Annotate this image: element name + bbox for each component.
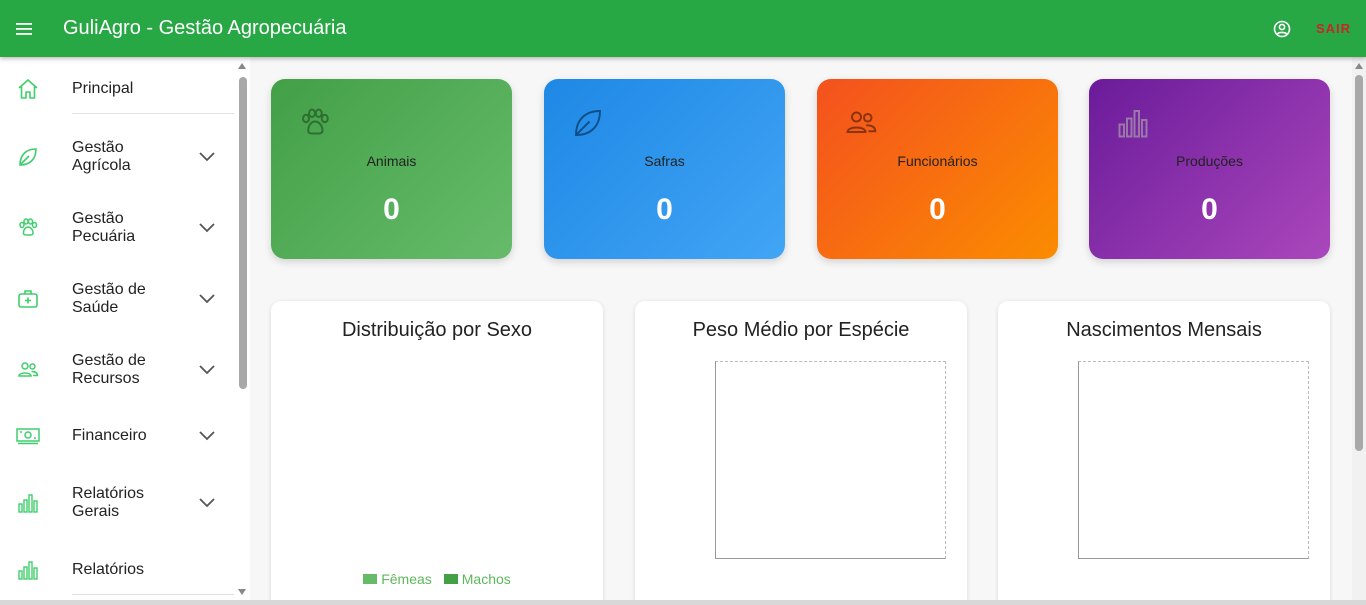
chart-legend: Fêmeas Machos (271, 571, 603, 587)
bar-chart-icon (14, 556, 42, 584)
scroll-up-arrow-icon[interactable] (238, 63, 246, 69)
chevron-down-icon[interactable] (196, 425, 218, 447)
people-icon (14, 356, 42, 384)
stat-card-producoes: Produções 0 (1089, 79, 1330, 259)
app-title: GuliAgro - Gestão Agropecuária (63, 17, 347, 39)
hamburger-icon (16, 22, 32, 35)
stat-label: Safras (644, 153, 685, 169)
stat-value: 0 (383, 193, 400, 226)
horizontal-scrollbar[interactable] (0, 600, 1366, 605)
sidebar-item-label: Principal (72, 80, 134, 97)
sidebar-item-gestao-recursos[interactable]: Gestão de Recursos (0, 348, 236, 392)
sidebar-item-financeiro[interactable]: Financeiro (0, 414, 236, 458)
chevron-down-icon[interactable] (196, 288, 218, 310)
sidebar-item-relatorios[interactable]: Relatórios (0, 548, 236, 592)
divider (72, 594, 234, 595)
legend-swatch (363, 574, 378, 584)
main-scrollbar[interactable] (1352, 57, 1366, 605)
chevron-down-icon[interactable] (196, 492, 218, 514)
account-button[interactable] (1270, 17, 1294, 41)
sidebar-item-label: Gestão de Recursos (72, 352, 146, 387)
chart-plot-area (1078, 361, 1309, 559)
sidebar-item-label: Gestão Agrícola (72, 139, 131, 174)
scrollbar-thumb[interactable] (1355, 75, 1363, 451)
chart-title: Nascimentos Mensais (1066, 319, 1262, 341)
sidebar-item-gestao-agricola[interactable]: Gestão Agrícola (0, 135, 236, 179)
stat-label: Animais (366, 153, 417, 169)
legend-label: Machos (461, 571, 511, 587)
people-icon (846, 111, 877, 133)
chevron-down-icon[interactable] (196, 146, 218, 168)
menu-button[interactable] (0, 0, 48, 57)
scroll-up-arrow-icon[interactable] (1355, 63, 1363, 69)
chevron-down-icon[interactable] (196, 217, 218, 239)
sidebar-item-label: Gestão de Saúde (72, 281, 146, 316)
sidebar-item-principal[interactable]: Principal (0, 67, 236, 111)
stat-card-animais: Animais 0 (271, 79, 512, 259)
logout-button[interactable]: SAIR (1316, 21, 1351, 36)
money-icon (14, 422, 42, 450)
sidebar-item-relatorios-gerais[interactable]: Relatórios Gerais (0, 481, 236, 525)
chevron-down-icon[interactable] (196, 359, 218, 381)
chart-title: Distribuição por Sexo (341, 319, 533, 341)
medical-kit-icon (14, 285, 42, 313)
bar-chart-icon (14, 489, 42, 517)
home-icon (14, 75, 42, 103)
chart-card-nascimentos: Nascimentos Mensais (998, 301, 1330, 605)
chart-card-peso: Peso Médio por Espécie (635, 301, 967, 605)
scrollbar-thumb[interactable] (239, 77, 247, 389)
bar-chart-icon (1118, 110, 1148, 138)
stat-card-funcionarios: Funcionários 0 (817, 79, 1058, 259)
scroll-down-arrow-icon[interactable] (238, 589, 246, 595)
divider (72, 113, 234, 114)
stat-card-safras: Safras 0 (544, 79, 785, 259)
sidebar-item-label: Financeiro (72, 427, 147, 444)
stat-value: 0 (929, 193, 946, 226)
sidebar-item-label: Gestão Pecuária (72, 210, 136, 245)
legend-label: Fêmeas (381, 571, 432, 587)
sidebar-item-gestao-saude[interactable]: Gestão de Saúde (0, 277, 236, 321)
stat-label: Funcionários (897, 153, 978, 169)
chart-title: Peso Médio por Espécie (692, 319, 910, 341)
leaf-icon (14, 143, 42, 171)
app-bar: GuliAgro - Gestão Agropecuária SAIR (0, 0, 1366, 57)
legend-item-femeas[interactable]: Fêmeas (363, 571, 432, 587)
leaf-icon (575, 110, 601, 136)
legend-swatch (443, 574, 458, 584)
sidebar-item-label: Relatórios (72, 561, 145, 578)
stat-value: 0 (656, 193, 673, 226)
sidebar: Principal Gestão Agrícola Gestão Pecuári… (0, 57, 250, 605)
chart-card-sexo: Distribuição por Sexo Fêmeas Machos (271, 301, 603, 605)
paw-icon (14, 214, 42, 242)
sidebar-scrollbar[interactable] (236, 57, 250, 605)
stat-value: 0 (1201, 193, 1218, 226)
stat-label: Produções (1176, 153, 1243, 169)
legend-item-machos[interactable]: Machos (443, 571, 511, 587)
paw-icon (302, 108, 329, 135)
account-circle-icon (1273, 20, 1291, 37)
chart-plot-area (715, 361, 946, 559)
sidebar-item-gestao-pecuaria[interactable]: Gestão Pecuária (0, 206, 236, 250)
sidebar-item-label: Relatórios Gerais (72, 485, 145, 520)
